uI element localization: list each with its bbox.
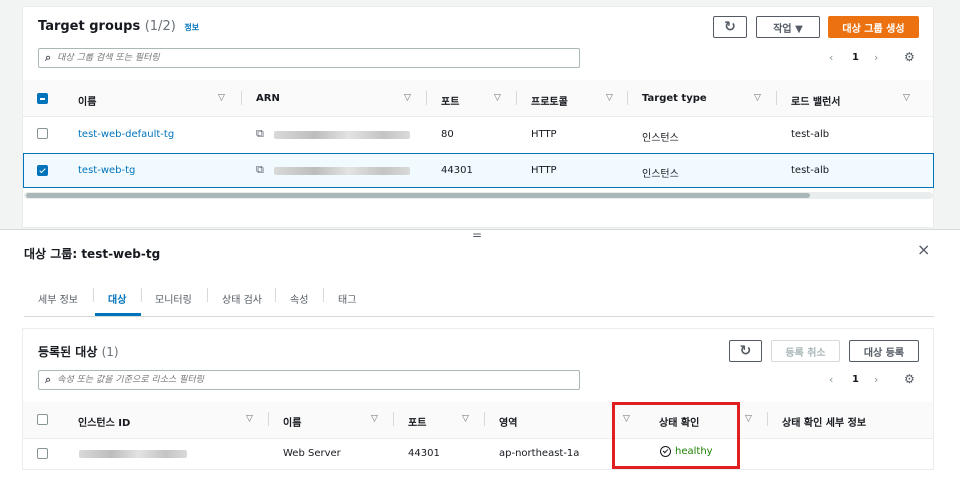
col-header-port[interactable]: 포트 [441,93,459,108]
tabs-divider [24,316,934,317]
row-checkbox[interactable] [37,128,48,139]
redacted-arn [274,167,410,175]
registered-targets-title-text: 등록된 대상 [38,345,98,359]
col-header-load-balancer[interactable]: 로드 밸런서 [791,93,840,108]
tab-divider [323,288,324,302]
target-group-search-input[interactable] [57,53,549,63]
refresh-button[interactable]: ↻ [729,340,762,362]
sort-caret-icon[interactable]: ▽ [606,93,613,103]
tab-divider [275,288,276,302]
page-number[interactable]: 1 [852,374,859,385]
col-divider [767,412,768,426]
info-link[interactable]: 정보 [184,23,199,32]
refresh-button[interactable]: ↻ [713,16,747,38]
target-groups-title: Target groups (1/2) 정보 [38,19,199,34]
redacted-instance-id[interactable] [79,450,187,458]
target-zone-cell: ap-northeast-1a [499,448,580,459]
split-panel-resize-handle[interactable]: = [472,228,482,242]
register-targets-button[interactable]: 대상 등록 [849,340,919,362]
col-header-protocol[interactable]: 프로토콜 [531,93,568,108]
tab-details[interactable]: 세부 정보 [38,291,78,306]
tab-divider [141,288,142,302]
col-header-zone[interactable]: 영역 [499,414,517,429]
next-page-icon[interactable]: › [874,51,878,64]
create-target-group-button[interactable]: 대상 그룹 생성 [828,16,919,38]
col-header-name[interactable]: 이름 [78,93,96,108]
actions-button[interactable]: 작업 ▼ [756,16,820,38]
col-divider [393,412,394,426]
protocol-cell: HTTP [531,129,557,140]
row-checkbox-checked[interactable] [37,165,48,176]
tab-monitoring[interactable]: 모니터링 [155,291,192,306]
detail-title: 대상 그룹: test-web-tg [24,247,161,261]
tab-divider [93,288,94,302]
col-divider [627,91,628,105]
select-all-checkbox[interactable] [37,414,48,425]
settings-gear-icon[interactable]: ⚙ [904,50,915,64]
col-divider [776,91,777,105]
page-number[interactable]: 1 [852,52,859,63]
refresh-icon: ↻ [739,343,752,359]
sort-caret-icon[interactable]: ▽ [494,93,501,103]
sort-caret-icon[interactable]: ▽ [745,414,752,424]
target-group-name-link[interactable]: test-web-tg [78,165,135,176]
col-divider [484,412,485,426]
prev-page-icon[interactable]: ‹ [829,51,833,64]
protocol-cell: HTTP [531,165,557,176]
target-type-cell: 인스턴스 [642,133,679,144]
load-balancer-cell: test-alb [791,129,830,140]
port-cell: 80 [441,129,454,140]
registered-targets-title: 등록된 대상 (1) [38,343,119,360]
target-search[interactable]: ⌕ [38,370,580,390]
copy-icon[interactable]: ⧉ [256,127,264,141]
horizontal-scrollbar-thumb[interactable] [26,193,810,198]
col-header-health-details[interactable]: 상태 확인 세부 정보 [782,414,866,429]
target-group-search[interactable]: ⌕ [38,48,580,68]
search-icon: ⌕ [45,373,52,386]
col-divider [268,412,269,426]
refresh-icon: ↻ [724,19,736,35]
sort-caret-icon[interactable]: ▽ [371,414,378,424]
col-divider [241,91,242,105]
deregister-button[interactable]: 등록 취소 [771,340,840,362]
sort-caret-icon[interactable]: ▽ [754,93,761,103]
sort-caret-icon[interactable]: ▽ [462,414,469,424]
target-groups-count: (1/2) [144,19,176,34]
search-icon: ⌕ [45,51,52,64]
target-group-name-link[interactable]: test-web-default-tg [78,129,174,140]
col-header-arn[interactable]: ARN [256,93,280,104]
tab-divider [207,288,208,302]
settings-gear-icon[interactable]: ⚙ [904,372,915,386]
close-icon[interactable]: × [917,240,930,259]
next-page-icon[interactable]: › [874,373,878,386]
tab-targets[interactable]: 대상 [108,291,126,306]
target-search-input[interactable] [57,375,549,385]
port-cell: 44301 [441,165,473,176]
col-header-port[interactable]: 포트 [408,414,426,429]
col-header-name[interactable]: 이름 [283,414,301,429]
sort-caret-icon[interactable]: ▽ [246,414,253,424]
select-all-checkbox[interactable] [37,93,48,104]
sort-caret-icon[interactable]: ▽ [404,93,411,103]
registered-targets-count: (1) [101,345,119,359]
target-type-cell: 인스턴스 [642,169,679,180]
tab-tags[interactable]: 태그 [338,291,356,306]
copy-icon[interactable]: ⧉ [256,163,264,177]
highlight-box [612,402,740,469]
sort-caret-icon[interactable]: ▽ [218,93,225,103]
col-divider [426,91,427,105]
col-header-target-type[interactable]: Target type [642,93,707,104]
target-name-cell: Web Server [283,448,341,459]
row-checkbox[interactable] [37,448,48,459]
tab-attributes[interactable]: 속성 [290,291,308,306]
load-balancer-cell: test-alb [791,165,830,176]
target-port-cell: 44301 [408,448,440,459]
redacted-arn [274,131,410,139]
col-header-instance-id[interactable]: 인스턴스 ID [78,414,130,429]
tab-health-checks[interactable]: 상태 검사 [222,291,262,306]
col-divider [516,91,517,105]
target-groups-title-text: Target groups [38,19,141,34]
prev-page-icon[interactable]: ‹ [829,373,833,386]
sort-caret-icon[interactable]: ▽ [903,93,910,103]
